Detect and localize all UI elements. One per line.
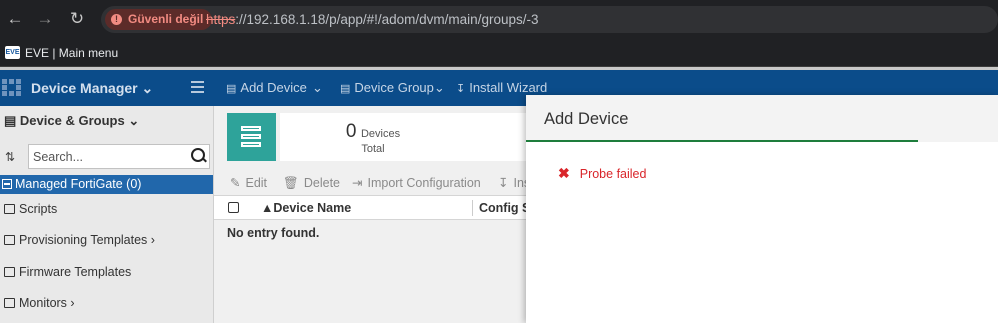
column-label: Device Name: [273, 201, 352, 215]
import-icon: ⇥: [352, 176, 363, 190]
sidebar-item-label: Scripts: [19, 202, 58, 216]
device-groups-label: Device & Groups: [19, 113, 125, 128]
edit-icon: ✎: [230, 176, 241, 190]
server-icon: [227, 113, 276, 161]
search-field[interactable]: [28, 144, 210, 169]
sidebar-item-provisioning-templates[interactable]: Provisioning Templates ›: [4, 233, 155, 247]
delete-button[interactable]: 🗑 Delete: [283, 170, 340, 196]
menu-icon[interactable]: [191, 81, 204, 96]
fortinet-logo-icon[interactable]: [2, 79, 22, 97]
chevron-right-icon: ›: [70, 296, 75, 310]
url-text[interactable]: https://192.168.1.18/p/app/#!/adom/dvm/m…: [206, 6, 538, 33]
device-count: 0: [345, 121, 357, 142]
progress-underline: [526, 140, 918, 142]
add-device-button[interactable]: ▤ Add Device: [226, 70, 307, 106]
chip-icon: [4, 267, 15, 277]
sidebar-item-managed-fortigate[interactable]: Managed FortiGate (0): [0, 175, 213, 194]
add-device-dialog: Add Device ✖ Probe failed: [526, 95, 998, 323]
error-message: ✖ Probe failed: [558, 165, 646, 182]
sidebar-item-label: Managed FortiGate (0): [15, 177, 142, 191]
sidebar-item-scripts[interactable]: Scripts: [4, 202, 57, 216]
security-badge[interactable]: ! Güvenli değil: [105, 9, 213, 30]
table-header: ▲Device Name Config St: [214, 196, 535, 220]
add-device-icon: ▤: [226, 83, 237, 95]
empty-table-message: No entry found.: [227, 226, 320, 240]
add-device-label: Add Device: [240, 80, 307, 95]
bookmark-label: EVE | Main menu: [25, 45, 119, 60]
device-group-label: Device Group: [354, 80, 434, 95]
bookmark-eve[interactable]: EVE EVE | Main menu: [5, 44, 118, 61]
browser-toolbar: ← → ↻ ! Güvenli değil https://192.168.1.…: [0, 0, 998, 38]
app-title-dropdown[interactable]: Device Manager ⌄: [31, 70, 153, 106]
install-wizard-label: Install Wizard: [469, 80, 548, 95]
device-groups-icon: ▤: [4, 113, 17, 128]
device-count-tile[interactable]: 0 Devices Total: [280, 113, 526, 161]
dialog-header: Add Device: [526, 95, 998, 142]
search-icon[interactable]: [191, 148, 205, 162]
install-icon: ↧: [498, 176, 509, 190]
device-group-icon: ▤: [340, 83, 351, 95]
warning-icon: !: [111, 14, 122, 25]
edit-label: Edit: [245, 176, 268, 190]
url-path: ://192.168.1.18/p/app/#!/adom/dvm/main/g…: [235, 12, 539, 27]
column-device-name[interactable]: ▲Device Name: [261, 196, 351, 220]
install-icon: ↧: [456, 83, 466, 95]
select-all-checkbox[interactable]: [228, 202, 239, 213]
collapse-icon[interactable]: [2, 179, 12, 189]
chevron-right-icon: ›: [150, 233, 155, 247]
edit-button[interactable]: ✎ Edit: [230, 170, 267, 196]
sort-asc-icon: ▲: [261, 201, 274, 215]
sidebar-item-firmware-templates[interactable]: Firmware Templates: [4, 265, 131, 279]
delete-label: Delete: [303, 176, 341, 190]
back-icon[interactable]: ←: [4, 8, 26, 30]
add-device-dropdown[interactable]: ⌄: [312, 70, 323, 106]
security-label: Güvenli değil: [128, 12, 204, 26]
chevron-down-icon: ⌄: [128, 113, 140, 128]
chevron-down-icon: ⌄: [312, 80, 323, 95]
dialog-title: Add Device: [544, 110, 629, 128]
device-count-label: Devices: [360, 128, 401, 140]
address-bar[interactable]: ! Güvenli değil https://192.168.1.18/p/a…: [101, 6, 998, 33]
import-label: Import Configuration: [367, 176, 481, 190]
monitor-icon: [4, 298, 15, 308]
url-scheme: https: [206, 12, 236, 27]
forward-icon[interactable]: →: [34, 8, 56, 30]
total-label: Total: [361, 143, 385, 155]
search-input[interactable]: [29, 145, 183, 168]
column-divider: [472, 200, 473, 216]
script-icon: [4, 204, 15, 214]
chevron-down-icon: ⌄: [141, 80, 154, 96]
error-x-icon: ✖: [558, 165, 570, 181]
main-content: 0 Devices Total ✎ Edit 🗑 Delete ⇥ Import Co…: [214, 106, 535, 323]
sidebar-item-label: Firmware Templates: [19, 265, 132, 279]
device-groups-menu[interactable]: ▤ Device & Groups ⌄: [4, 113, 139, 129]
sort-icon[interactable]: ⇅: [5, 150, 15, 164]
eve-logo-icon: EVE: [5, 46, 20, 59]
reload-icon[interactable]: ↻: [66, 8, 88, 30]
app-title: Device Manager: [31, 80, 138, 96]
sidebar-item-label: Provisioning Templates: [19, 233, 148, 247]
trash-icon: 🗑: [283, 176, 299, 190]
chevron-down-icon: ⌄: [433, 80, 445, 95]
sidebar: ▤ Device & Groups ⌄ ⇅ Managed FortiGate …: [0, 106, 214, 323]
device-group-button[interactable]: ▤ Device Group⌄: [340, 70, 445, 106]
import-configuration-button[interactable]: ⇥ Import Configuration: [352, 170, 481, 196]
action-toolbar: ✎ Edit 🗑 Delete ⇥ Import Configuration ↧ Ins: [214, 170, 530, 196]
sidebar-item-monitors[interactable]: Monitors ›: [4, 296, 75, 310]
error-text: Probe failed: [579, 167, 647, 181]
template-icon: [4, 235, 15, 245]
bookmarks-bar: EVE EVE | Main menu: [0, 38, 998, 67]
sidebar-item-label: Monitors: [19, 296, 67, 310]
